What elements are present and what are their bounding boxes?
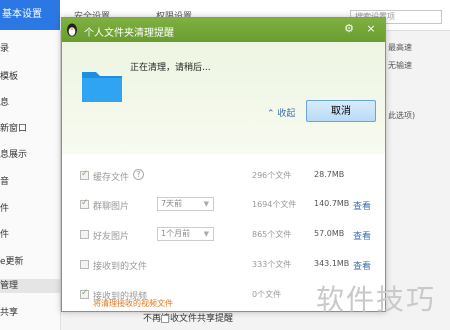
age-select-value: 1个月前: [161, 229, 191, 238]
dialog-titlebar[interactable]: 个人文件夹清理提醒 ⚙ ×: [62, 18, 385, 42]
file-size: 28.7MB: [314, 170, 345, 179]
right-text: 最高速: [388, 43, 412, 52]
right-text: 无输速: [388, 61, 412, 70]
watermark: 软件技巧: [316, 283, 437, 316]
cleanup-status-text: 正在清理，请稍后...: [130, 63, 211, 73]
group-images-checkbox[interactable]: [80, 198, 89, 209]
friend-images-checkbox[interactable]: [80, 230, 89, 239]
file-size: 343.1MB: [314, 259, 350, 268]
help-icon[interactable]: ?: [133, 169, 144, 180]
item-label: 缓存文件: [93, 173, 130, 183]
collapse-label: 收起: [277, 109, 296, 119]
sidebar-item[interactable]: 件: [0, 202, 60, 216]
penguin-icon: [67, 23, 77, 37]
view-link[interactable]: 查看: [353, 259, 371, 272]
cleanup-warning: 将清理接收的视频文件: [93, 299, 173, 308]
view-link[interactable]: 查看: [353, 199, 371, 212]
file-share-reminder-option[interactable]: 不再接收文件共享提醒: [143, 311, 233, 324]
sidebar-item[interactable]: 管理: [0, 279, 60, 293]
chevron-down-icon: ▼: [203, 200, 209, 208]
collapse-link[interactable]: ⌃ 收起: [267, 106, 295, 119]
item-label: 群聊图片: [93, 202, 130, 212]
file-size: 140.7MB: [314, 199, 350, 208]
file-count: 865个文件: [252, 230, 292, 239]
cancel-button[interactable]: 取消: [306, 100, 376, 122]
received-files-checkbox[interactable]: [80, 260, 89, 269]
list-item: 接收到的文件 333个文件 343.1MB 查看: [62, 256, 385, 276]
sidebar-item[interactable]: 录: [0, 42, 60, 56]
sidebar-item[interactable]: e更新: [0, 255, 60, 269]
list-item: 好友图片 1个月前 ▼ 865个文件 57.0MB 查看: [62, 226, 385, 246]
settings-gear-icon[interactable]: ⚙: [342, 22, 356, 36]
folder-icon: [82, 72, 122, 102]
sidebar-item[interactable]: 音: [0, 175, 60, 189]
chevron-down-icon: ▼: [203, 230, 209, 238]
item-label: 好友图片: [93, 232, 130, 242]
view-link[interactable]: 查看: [353, 229, 371, 242]
file-share-reminder-checkbox[interactable]: [161, 315, 169, 323]
list-item: 群聊图片 7天前 ▼ 1694个文件 140.7MB 查看: [62, 196, 385, 216]
cleanup-dialog: 个人文件夹清理提醒 ⚙ × 正在清理，请稍后... ⌃ 收起 取消 缓存文件 ?…: [61, 17, 386, 312]
sidebar-item[interactable]: 件: [0, 228, 60, 242]
age-select-value: 7天前: [161, 199, 183, 208]
file-count: 0个文件: [252, 290, 282, 299]
sidebar-item[interactable]: 共享: [0, 306, 60, 320]
age-select[interactable]: 1个月前 ▼: [157, 227, 214, 241]
list-item: 缓存文件 ? 296个文件 28.7MB: [62, 167, 385, 187]
sidebar-item[interactable]: 新窗口: [0, 122, 60, 136]
file-count: 1694个文件: [252, 200, 297, 209]
file-count: 333个文件: [252, 260, 292, 269]
dialog-status-area: 正在清理，请稍后... ⌃ 收起 取消: [62, 42, 385, 155]
sidebar-item[interactable]: 息: [0, 96, 60, 110]
file-share-reminder-label: 不再接收文件共享提醒: [143, 314, 234, 324]
right-text: 此选项): [388, 111, 416, 120]
sidebar-item[interactable]: 息展示: [0, 148, 60, 162]
settings-sidebar: 录 模板 息 新窗口 息展示 音 件 件 e更新 管理 共享: [0, 30, 61, 330]
settings-title: 基本设置: [0, 0, 60, 30]
file-size: 57.0MB: [314, 229, 345, 238]
age-select[interactable]: 7天前 ▼: [157, 197, 214, 211]
chevron-up-icon: ⌃: [267, 109, 275, 119]
close-icon[interactable]: ×: [364, 22, 378, 36]
dialog-title: 个人文件夹清理提醒: [84, 28, 174, 39]
received-videos-checkbox[interactable]: [80, 288, 89, 299]
item-label: 接收到的文件: [93, 262, 148, 272]
sidebar-item[interactable]: 模板: [0, 70, 60, 84]
cache-checkbox[interactable]: [80, 169, 89, 180]
file-count: 296个文件: [252, 171, 292, 180]
